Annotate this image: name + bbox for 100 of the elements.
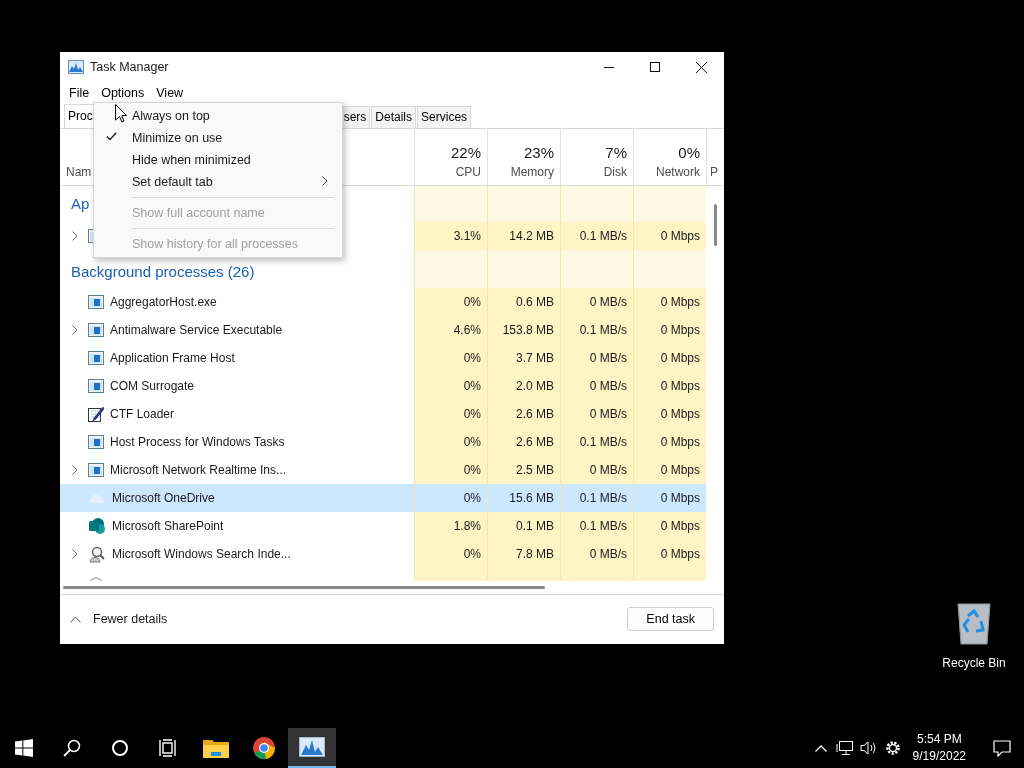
menu-item[interactable]: Options: [95, 82, 151, 104]
table-cell: 0 MB/s: [560, 372, 633, 400]
table-cell: 0 Mbps: [633, 288, 706, 316]
table-cell: 3.7 MB: [487, 344, 560, 372]
table-cell: 0.1 MB/s: [560, 512, 633, 540]
network-icon[interactable]: [835, 740, 854, 756]
table-cell: 0.1 MB: [487, 512, 560, 540]
group-title: Ap: [71, 193, 90, 214]
menu-item[interactable]: Always on top: [94, 105, 342, 127]
process-name: Host Process for Windows Tasks: [110, 434, 285, 451]
column-label: Network: [655, 164, 700, 181]
process-name: Microsoft Windows Search Inde...: [112, 546, 291, 563]
process-name: Antimalware Service Executable: [110, 322, 283, 339]
window-icon: [88, 463, 104, 477]
table-cell: 0 MB/s: [560, 344, 633, 372]
app-logo-icon: [88, 517, 106, 535]
process-row[interactable]: Microsoft Network Realtime Ins... 0% 2.5 MB 0 MB/s 0 Mbps: [60, 456, 706, 484]
process-row[interactable]: Host Process for Windows Tasks 0% 2.6 MB 0.1 MB/s 0 Mbps: [60, 428, 706, 456]
menu-item[interactable]: View: [150, 82, 190, 104]
table-cell: 0 MB/s: [560, 540, 633, 568]
table-cell: 0 MB/s: [560, 400, 633, 428]
clock[interactable]: 5:54 PM 9/19/2022: [904, 731, 974, 765]
column-header[interactable]: 7% Disk: [560, 129, 633, 185]
cloud-icon: [88, 492, 106, 504]
end-task-button[interactable]: End task: [627, 606, 714, 632]
table-cell: 2.0 MB: [487, 372, 560, 400]
tab[interactable]: Services: [417, 106, 472, 128]
table-cell: 4.6%: [414, 316, 487, 344]
tab[interactable]: Details: [371, 106, 417, 128]
table-cell: 0 Mbps: [633, 512, 706, 540]
process-row[interactable]: COM Surrogate 0% 2.0 MB 0 MB/s 0 Mbps: [60, 372, 706, 400]
chevron-right-icon[interactable]: [72, 325, 78, 335]
table-cell: 0.6 MB: [487, 288, 560, 316]
menu-item[interactable]: File: [63, 82, 96, 104]
table-cell: 3.1%: [414, 222, 487, 250]
column-header[interactable]: 0% Network: [633, 129, 706, 185]
maximize-icon: [650, 62, 660, 72]
table-cell: 0%: [414, 540, 487, 568]
column-percent: 0%: [677, 143, 700, 163]
column-label: Memory: [509, 164, 554, 181]
fewer-details-link[interactable]: Fewer details: [93, 609, 168, 629]
column-label: CPU: [454, 164, 481, 181]
table-cell: 0 MB/s: [560, 288, 633, 316]
chevron-right-icon[interactable]: [72, 231, 78, 241]
icon-label: Recycle Bin: [941, 655, 1007, 672]
chevron-right-icon[interactable]: [72, 465, 78, 475]
process-name: COM Surrogate: [110, 378, 195, 395]
process-row[interactable]: CTF Loader 0% 2.6 MB 0 MB/s 0 Mbps: [60, 400, 706, 428]
process-row[interactable]: Microsoft Windows Search Inde... 0% 7.8 MB 0 MB/s 0 Mbps: [60, 540, 706, 568]
process-row[interactable]: AggregatorHost.exe 0% 0.6 MB 0 MB/s 0 Mbps: [60, 288, 706, 316]
chevron-right-icon[interactable]: [72, 549, 78, 559]
column-percent: 22%: [449, 143, 481, 163]
menu-item[interactable]: Minimize on use: [94, 127, 342, 149]
folder-icon: [203, 737, 229, 759]
taskbar-button[interactable]: [288, 728, 336, 768]
app-icon: [68, 60, 84, 74]
desktop-shortcut[interactable]: Recycle Bin: [938, 602, 1010, 672]
table-cell: 14.2 MB: [487, 222, 560, 250]
pencil-icon: [88, 406, 104, 422]
table-cell: 0%: [414, 344, 487, 372]
group-title: Background processes (26): [71, 261, 255, 282]
table-cell: 0 Mbps: [633, 372, 706, 400]
settings-icon[interactable]: [883, 739, 902, 757]
table-cell: 0.1 MB/s: [560, 428, 633, 456]
window-icon: [88, 351, 104, 365]
table-cell: 0%: [414, 288, 487, 316]
process-name: AggregatorHost.exe: [110, 294, 217, 311]
menu-item[interactable]: Hide when minimized: [94, 149, 342, 171]
process-row[interactable]: Microsoft OneDrive 0% 15.6 MB 0.1 MB/s 0 Mbps: [60, 484, 706, 512]
process-name: Application Frame Host: [110, 350, 235, 367]
table-cell: 0 Mbps: [633, 428, 706, 456]
table-cell: 0 Mbps: [633, 400, 706, 428]
process-row[interactable]: Microsoft SharePoint 1.8% 0.1 MB 0.1 MB/s 0 Mbps: [60, 512, 706, 540]
chevron-right-icon: [322, 176, 328, 186]
window-icon: [88, 379, 104, 393]
column-percent: 23%: [522, 143, 554, 163]
process-name: Microsoft OneDrive: [112, 490, 215, 507]
speaker-icon[interactable]: [859, 740, 878, 756]
table-cell: 0 Mbps: [633, 222, 706, 250]
column-label: Disk: [602, 164, 627, 181]
table-cell: 0%: [414, 456, 487, 484]
table-cell: 0 Mbps: [633, 344, 706, 372]
close-icon: [695, 61, 707, 73]
process-row[interactable]: Antimalware Service Executable 4.6% 153.8 MB 0.1 MB/s 0 Mbps: [60, 316, 706, 344]
menu-item[interactable]: Set default tab: [94, 171, 342, 193]
table-cell: 0%: [414, 400, 487, 428]
window-title: Task Manager: [90, 58, 169, 76]
table-cell: 0%: [414, 428, 487, 456]
process-row[interactable]: Application Frame Host 0% 3.7 MB 0 MB/s 0 Mbps: [60, 344, 706, 372]
browser-icon: [252, 736, 276, 760]
column-header[interactable]: 23% Memory: [487, 129, 560, 185]
table-cell: 0 MB/s: [560, 456, 633, 484]
table-cell: 7.8 MB: [487, 540, 560, 568]
table-cell: 0.1 MB/s: [560, 316, 633, 344]
recycle-bin-icon: [956, 602, 992, 646]
notification-icon: [993, 739, 1011, 757]
column-header[interactable]: 22% CPU: [414, 129, 487, 185]
magnifier-icon: [88, 545, 106, 563]
window-icon: [88, 323, 104, 337]
column-label[interactable]: P: [707, 163, 718, 181]
